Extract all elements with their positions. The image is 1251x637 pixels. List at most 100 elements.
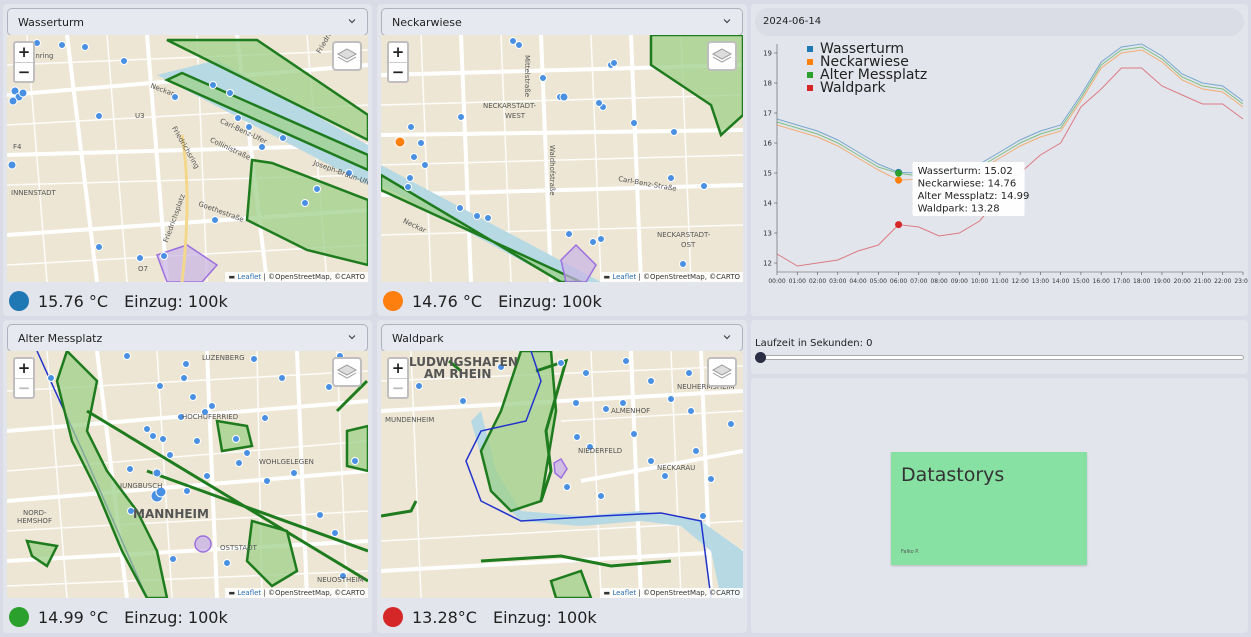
layers-button[interactable] xyxy=(707,357,737,387)
ukraine-flag-icon: ▬ xyxy=(603,589,611,597)
x-tick-label: 22:00 xyxy=(1214,278,1231,285)
layers-icon xyxy=(711,364,733,379)
map-label: AM RHEIN xyxy=(424,367,492,381)
x-tick-label: 02:00 xyxy=(809,278,826,285)
tooltip-line: Neckarwiese: 14.76 xyxy=(918,179,1017,190)
runtime-slider-thumb[interactable] xyxy=(755,352,766,363)
zoom-out-button[interactable]: − xyxy=(15,378,33,397)
y-tick-label: 15 xyxy=(763,170,772,178)
slider-panel: Laufzeit in Sekunden: 0 xyxy=(751,320,1248,374)
map-label: WOHLGELEGEN xyxy=(259,458,314,466)
zoom-control: + − xyxy=(13,41,35,83)
map[interactable]: LUDWIGSHAFEN AM RHEIN NEUHERMSHEIM MUNDE… xyxy=(381,351,743,598)
map-panel-waldpark: Waldpark LUDWIGSHAFEN AM RHEIN NEUHERMSH… xyxy=(377,320,747,633)
map-label: NECKARSTADT- xyxy=(483,102,537,110)
x-tick-label: 18:00 xyxy=(1133,278,1150,285)
x-tick-label: 08:00 xyxy=(930,278,947,285)
legend-swatch xyxy=(807,85,813,91)
einzug-value: Einzug: 100k xyxy=(124,291,228,311)
x-tick-label: 10:00 xyxy=(971,278,988,285)
map-label: NORD- xyxy=(23,509,47,517)
einzug-value: Einzug: 100k xyxy=(498,291,602,311)
map-label: NEUOSTHEIM xyxy=(317,576,364,584)
zoom-control: + − xyxy=(387,41,409,83)
x-tick-label: 17:00 xyxy=(1113,278,1130,285)
attribution-text: | ©OpenStreetMap, ©CARTO xyxy=(636,273,740,281)
einzug-value: Einzug: 100k xyxy=(124,607,228,627)
location-select[interactable]: Neckarwiese xyxy=(381,8,743,36)
map-attribution: ▬ Leaflet | ©OpenStreetMap, ©CARTO xyxy=(600,272,743,282)
x-tick-label: 19:00 xyxy=(1153,278,1170,285)
hover-point xyxy=(895,176,903,184)
map[interactable]: NECKARSTADT- WEST Carl-Benz-Straße NECKA… xyxy=(381,35,743,282)
map-label: OSTSTADT xyxy=(220,544,257,552)
zoom-in-button[interactable]: + xyxy=(389,359,407,378)
story-author: Falko P. xyxy=(901,549,920,555)
x-tick-label: 04:00 xyxy=(849,278,866,285)
layers-icon xyxy=(336,48,358,63)
x-tick-label: 20:00 xyxy=(1174,278,1191,285)
map-label: MANNHEIM xyxy=(133,507,209,521)
datastory-card[interactable]: Datastorys Falko P. xyxy=(891,452,1087,565)
chevron-down-icon xyxy=(723,335,731,340)
tooltip-line: Waldpark: 13.28 xyxy=(918,204,1000,215)
x-tick-label: 11:00 xyxy=(991,278,1008,285)
hover-point xyxy=(895,221,903,229)
select-value: Neckarwiese xyxy=(392,15,462,29)
x-tick-label: 14:00 xyxy=(1052,278,1069,285)
map-label: Mittelstraße xyxy=(523,55,531,97)
zoom-control: + − xyxy=(13,357,35,399)
map[interactable]: Friedrichsb Jesenring U3 Carl-Benz-Ufer … xyxy=(7,35,368,282)
runtime-slider-track[interactable] xyxy=(759,355,1244,360)
map-label: NECKARAU xyxy=(657,464,696,472)
zoom-in-button[interactable]: + xyxy=(15,43,33,62)
x-tick-label: 15:00 xyxy=(1072,278,1089,285)
x-tick-label: 03:00 xyxy=(829,278,846,285)
map-attribution: ▬ Leaflet | ©OpenStreetMap, ©CARTO xyxy=(600,588,743,598)
layers-icon xyxy=(711,48,733,63)
ukraine-flag-icon: ▬ xyxy=(228,589,236,597)
story-area: Datastorys Falko P. xyxy=(751,378,1248,633)
select-value: Waldpark xyxy=(392,331,444,345)
temperature-value: 14.99 °C xyxy=(38,607,109,627)
temperature-readout: 13.28°C Einzug: 100k xyxy=(381,602,597,632)
chevron-down-icon xyxy=(348,19,356,24)
leaflet-link[interactable]: Leaflet xyxy=(612,273,636,281)
layers-icon xyxy=(336,364,358,379)
series-color-dot xyxy=(9,607,29,627)
temperature-line-chart[interactable]: 12 13 14 15 16 17 18 19 00:00 01:00 02:00 03:00 04:0… xyxy=(751,40,1248,310)
temperature-readout: 14.76 °C Einzug: 100k xyxy=(381,286,602,316)
zoom-out-button[interactable]: − xyxy=(389,62,407,81)
series-color-dot xyxy=(383,291,403,311)
layers-button[interactable] xyxy=(332,357,362,387)
x-tick-label: 13:00 xyxy=(1032,278,1049,285)
map-label: WEST xyxy=(505,112,526,120)
zoom-out-button[interactable]: − xyxy=(389,378,407,397)
attribution-text: | ©OpenStreetMap, ©CARTO xyxy=(636,589,740,597)
y-tick-label: 14 xyxy=(763,200,772,208)
x-tick-label: 05:00 xyxy=(870,278,887,285)
temperature-value: 15.76 °C xyxy=(38,291,109,311)
map-label: Waldhofstraße xyxy=(548,145,556,196)
map-label: MUNDENHEIM xyxy=(385,416,435,424)
location-select[interactable]: Alter Messplatz xyxy=(7,324,368,352)
map-label: ALMENHOF xyxy=(611,407,651,415)
leaflet-link[interactable]: Leaflet xyxy=(237,273,261,281)
zoom-in-button[interactable]: + xyxy=(389,43,407,62)
temperature-readout: 14.99 °C Einzug: 100k xyxy=(7,602,228,632)
leaflet-link[interactable]: Leaflet xyxy=(237,589,261,597)
y-tick-label: 17 xyxy=(763,110,772,118)
map-label: JUNGBUSCH xyxy=(120,482,163,490)
layers-button[interactable] xyxy=(707,41,737,71)
map[interactable]: LUZENBERG HOCHUFERRIED WOHLGELEGEN JUNGB… xyxy=(7,351,368,598)
location-select[interactable]: Wasserturm xyxy=(7,8,368,36)
map-label: NECKARSTADT- xyxy=(657,231,711,239)
layers-button[interactable] xyxy=(332,41,362,71)
map-panel-wasserturm: Wasserturm Jesenring U3 Carl-Benz-Ufer N… xyxy=(3,4,372,316)
map-label: O7 xyxy=(138,265,148,273)
leaflet-link[interactable]: Leaflet xyxy=(612,589,636,597)
select-value: Alter Messplatz xyxy=(18,331,103,345)
zoom-out-button[interactable]: − xyxy=(15,62,33,81)
zoom-in-button[interactable]: + xyxy=(15,359,33,378)
location-select[interactable]: Waldpark xyxy=(381,324,743,352)
